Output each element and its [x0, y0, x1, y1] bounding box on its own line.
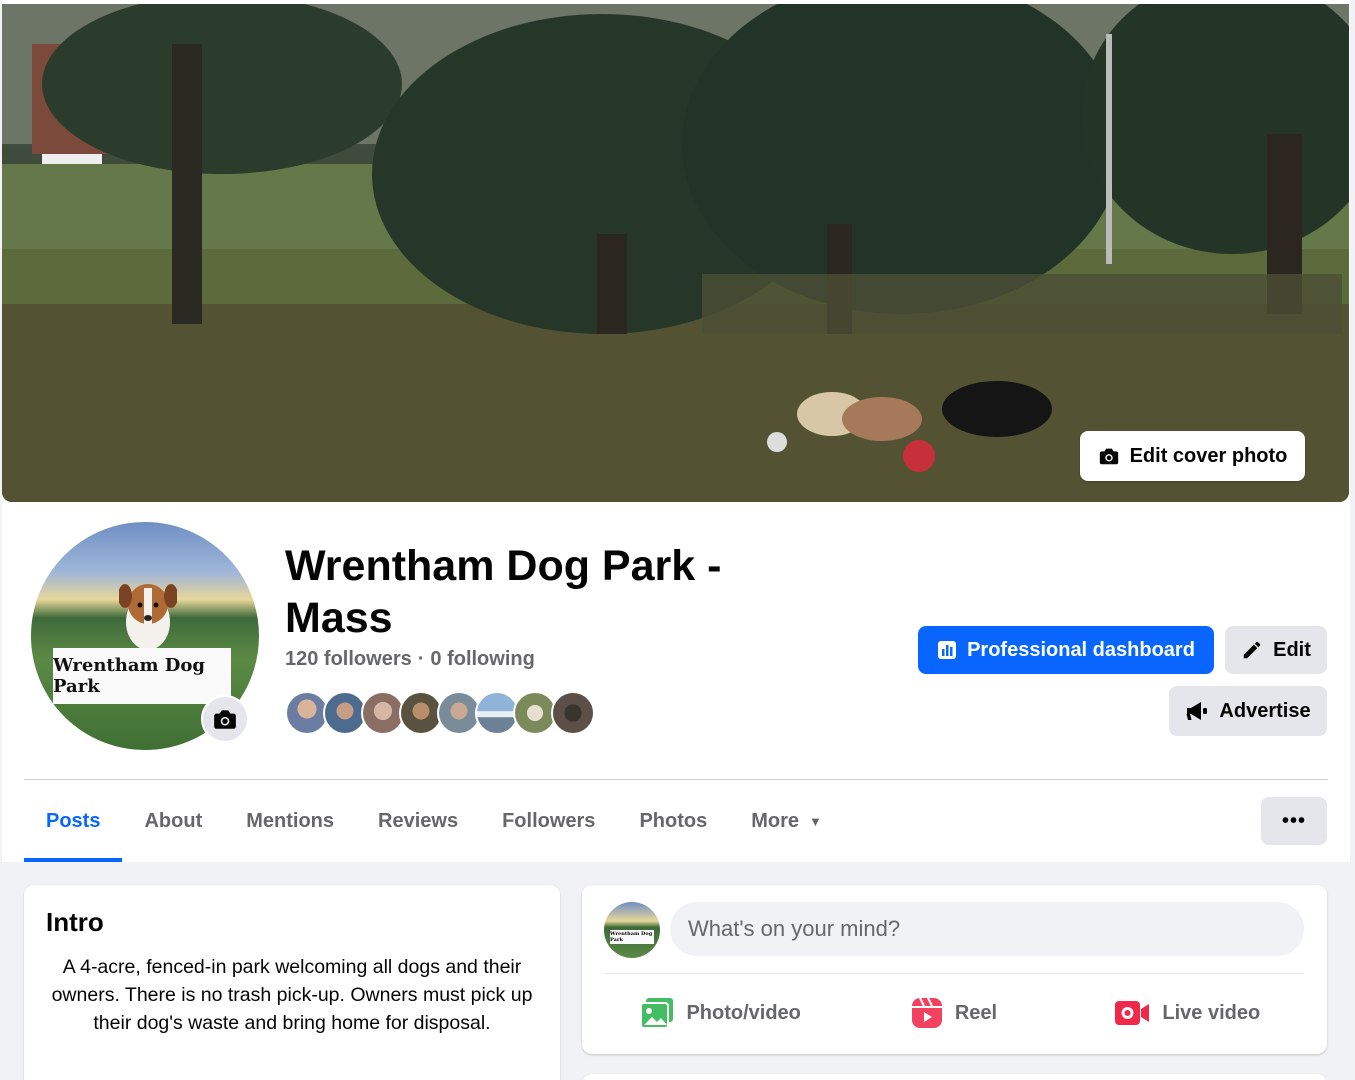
tab-photos[interactable]: Photos [617, 780, 729, 862]
caret-down-icon: ▼ [809, 813, 822, 829]
dog-illustration [119, 584, 177, 650]
advertise-button[interactable]: Advertise [1169, 686, 1327, 736]
live-video-icon [1115, 1001, 1150, 1025]
reel-icon [911, 997, 942, 1028]
cover-photo[interactable] [2, 4, 1349, 502]
live-video-button[interactable]: Live video [1071, 985, 1304, 1041]
tab-more[interactable]: More ▼ [729, 780, 844, 862]
tab-followers[interactable]: Followers [480, 780, 617, 862]
edit-cover-photo-button[interactable]: Edit cover photo [1080, 431, 1305, 481]
intro-title: Intro [46, 907, 104, 937]
following-link[interactable]: 0 following [430, 648, 534, 670]
whats-on-your-mind-input[interactable]: What's on your mind? [670, 902, 1304, 956]
tab-more-label: More [751, 809, 800, 832]
dashboard-icon [938, 641, 957, 659]
photo-icon [640, 998, 674, 1029]
reel-button[interactable]: Reel [837, 985, 1070, 1041]
composer-actions: Photo/video Reel Live video [604, 985, 1304, 1041]
tab-posts[interactable]: Posts [24, 780, 123, 862]
next-card-peek [582, 1074, 1327, 1080]
tab-reviews[interactable]: Reviews [356, 780, 480, 862]
edit-cover-photo-label: Edit cover photo [1129, 444, 1288, 467]
facebook-page-profile: Edit cover photo Wrentham Dog Park Wrent… [0, 0, 1355, 1080]
avatar-sign-text: Wrentham Dog Park [53, 648, 231, 704]
composer-avatar-sign: Wrentham Dog Park [610, 930, 654, 944]
post-composer: Wrentham Dog Park What's on your mind? P… [582, 885, 1327, 1054]
professional-dashboard-button[interactable]: Professional dashboard [918, 626, 1214, 674]
follower-avatar[interactable] [551, 691, 595, 735]
more-options-button[interactable]: ••• [1261, 797, 1327, 845]
edit-page-button[interactable]: Edit [1225, 626, 1327, 674]
advertise-label: Advertise [1219, 699, 1311, 722]
photo-video-button[interactable]: Photo/video [604, 985, 837, 1041]
camera-icon [214, 710, 236, 729]
megaphone-icon [1186, 702, 1208, 720]
intro-bio: A 4-acre, fenced-in park welcoming all d… [51, 956, 533, 1034]
update-profile-picture-button[interactable] [201, 695, 249, 743]
page-title: Wrentham Dog Park - Mass [285, 542, 722, 642]
reel-label: Reel [954, 1001, 998, 1024]
cover-photo-scene [2, 4, 1349, 502]
professional-dashboard-label: Professional dashboard [967, 638, 1195, 661]
pencil-icon [1243, 641, 1261, 659]
intro-card: Intro A 4-acre, fenced-in park welcoming… [24, 885, 560, 1080]
composer-avatar[interactable]: Wrentham Dog Park [604, 902, 660, 958]
profile-tabs: Posts About Mentions Reviews Followers P… [24, 780, 844, 862]
edit-label: Edit [1273, 638, 1311, 661]
camera-icon [1099, 448, 1118, 465]
separator-dot: · [417, 648, 425, 670]
live-video-label: Live video [1162, 1001, 1261, 1024]
photo-video-label: Photo/video [686, 1001, 801, 1024]
followers-link[interactable]: 120 followers [285, 648, 412, 670]
follow-counts: 120 followers · 0 following [285, 648, 535, 671]
tab-mentions[interactable]: Mentions [224, 780, 356, 862]
follower-avatars[interactable] [285, 691, 595, 735]
composer-divider [604, 973, 1304, 974]
tab-about[interactable]: About [122, 780, 224, 862]
